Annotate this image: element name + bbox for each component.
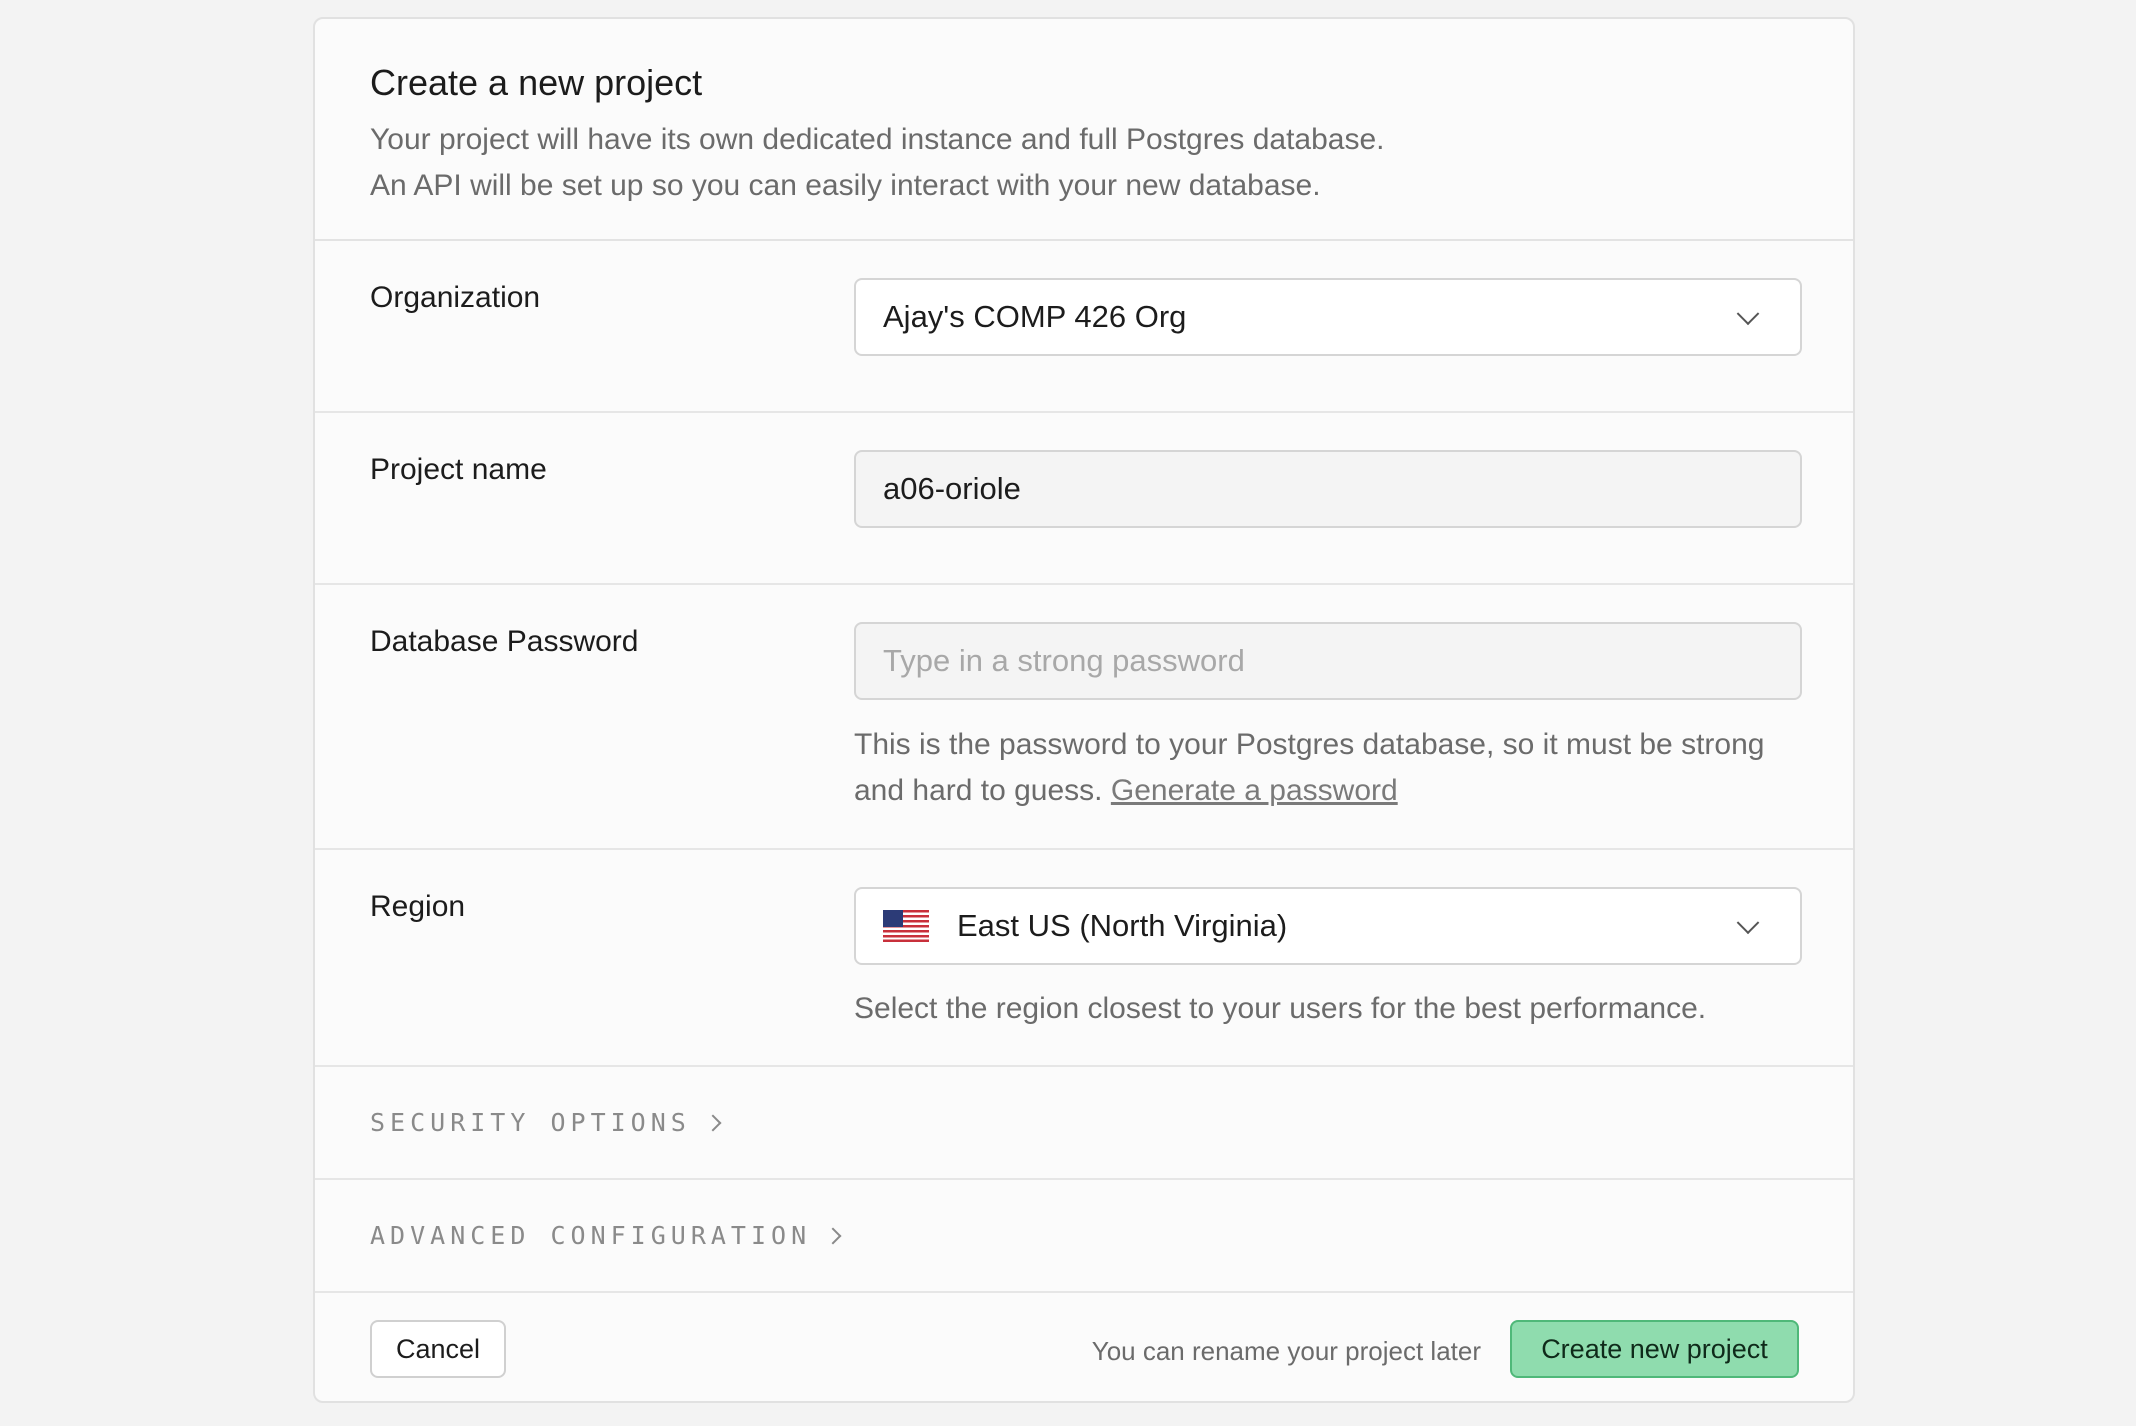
cancel-button[interactable]: Cancel xyxy=(370,1320,506,1378)
organization-selected-value: Ajay's COMP 426 Org xyxy=(883,299,1187,334)
page-title: Create a new project xyxy=(370,62,703,103)
security-options-label: SECURITY OPTIONS xyxy=(370,1108,691,1137)
generate-password-link[interactable]: Generate a password xyxy=(1111,774,1398,807)
create-project-card: Create a new project Your project will h… xyxy=(313,17,1855,1403)
create-new-project-button[interactable]: Create new project xyxy=(1510,1320,1799,1378)
region-label: Region xyxy=(370,890,466,923)
chevron-down-icon xyxy=(1736,911,1760,935)
advanced-configuration-label: ADVANCED CONFIGURATION xyxy=(370,1221,812,1250)
database-password-label: Database Password xyxy=(370,625,639,658)
region-selected-value: East US (North Virginia) xyxy=(957,908,1288,943)
region-select[interactable]: East US (North Virginia) xyxy=(854,887,1802,965)
header-description-line-1: Your project will have its own dedicated… xyxy=(370,123,1385,156)
card-footer: Cancel You can rename your project later… xyxy=(315,1293,1853,1401)
database-password-input[interactable] xyxy=(854,622,1802,700)
chevron-right-icon xyxy=(824,1227,842,1244)
advanced-configuration-toggle[interactable]: ADVANCED CONFIGURATION xyxy=(315,1180,1853,1293)
rename-note: You can rename your project later xyxy=(1091,1336,1481,1366)
project-name-input[interactable] xyxy=(854,450,1802,528)
us-flag-icon xyxy=(883,910,929,942)
organization-row: Organization Ajay's COMP 426 Org xyxy=(315,241,1853,413)
header-description-line-2: An API will be set up so you can easily … xyxy=(370,169,1321,202)
project-name-row: Project name xyxy=(315,413,1853,585)
chevron-right-icon xyxy=(704,1114,722,1131)
card-header: Create a new project Your project will h… xyxy=(315,19,1853,241)
project-name-label: Project name xyxy=(370,453,547,486)
organization-select[interactable]: Ajay's COMP 426 Org xyxy=(854,278,1802,356)
region-help-text: Select the region closest to your users … xyxy=(854,992,1707,1025)
database-password-help: This is the password to your Postgres da… xyxy=(854,722,1802,814)
region-row: Region East US (North Virginia) Select t… xyxy=(315,850,1853,1067)
security-options-toggle[interactable]: SECURITY OPTIONS xyxy=(315,1067,1853,1180)
database-password-row: Database Password This is the password t… xyxy=(315,585,1853,850)
chevron-down-icon xyxy=(1736,302,1760,326)
organization-label: Organization xyxy=(370,281,541,314)
